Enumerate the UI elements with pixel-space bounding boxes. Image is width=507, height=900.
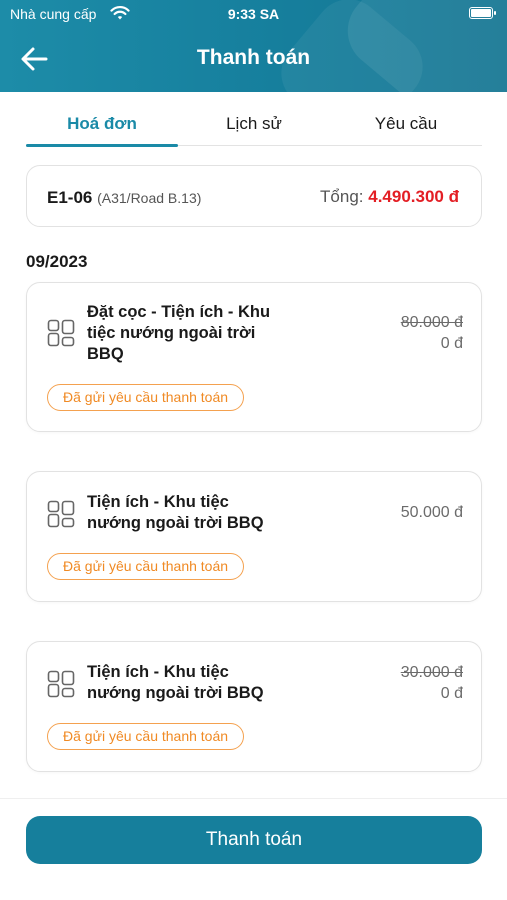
tab-requests[interactable]: Yêu cầu xyxy=(330,108,482,145)
unit-code-wrap: E1-06 (A31/Road B.13) xyxy=(47,188,201,208)
month-heading: 09/2023 xyxy=(26,252,88,271)
app-header: Nhà cung cấp 9:33 SA Thanh toán xyxy=(0,0,507,92)
status-bar: Nhà cung cấp 9:33 SA xyxy=(0,0,507,30)
bill-original-price: 80.000 đ xyxy=(400,314,463,331)
tab-invoices[interactable]: Hoá đơn xyxy=(26,108,178,147)
bill-original-price: 30.000 đ xyxy=(400,664,463,681)
bill-card[interactable]: Đặt cọc - Tiện ích - Khu tiệc nướng ngoà… xyxy=(26,282,482,432)
status-badge: Đã gửi yêu cầu thanh toán xyxy=(47,553,245,580)
status-badge: Đã gửi yêu cầu thanh toán xyxy=(47,723,245,750)
bill-title: Tiện ích - Khu tiệc nướng ngoài trời BBQ xyxy=(87,663,264,702)
unit-address: (A31/Road B.13) xyxy=(97,190,202,206)
grid-icon xyxy=(47,670,75,698)
grid-icon xyxy=(47,500,75,528)
clock: 9:33 SA xyxy=(227,6,280,22)
tab-bar: Hoá đơn Lịch sử Yêu cầu xyxy=(26,108,482,147)
status-badge: Đã gửi yêu cầu thanh toán xyxy=(47,384,245,411)
page-title: Thanh toán xyxy=(196,46,311,69)
bottom-action-bar: Thanh toán xyxy=(0,798,507,900)
bill-price: 50.000 đ xyxy=(400,504,463,521)
pay-button[interactable]: Thanh toán xyxy=(26,816,482,864)
bill-price: 0 đ xyxy=(440,685,463,702)
bill-title: Đặt cọc - Tiện ích - Khu tiệc nướng ngoà… xyxy=(87,303,271,363)
bill-title: Tiện ích - Khu tiệc nướng ngoài trời BBQ xyxy=(87,493,264,532)
bill-card[interactable]: Tiện ích - Khu tiệc nướng ngoài trời BBQ… xyxy=(26,641,482,772)
total-wrap: Tổng: 4.490.300 đ xyxy=(320,187,459,207)
bill-card[interactable]: Tiện ích - Khu tiệc nướng ngoài trời BBQ… xyxy=(26,471,482,602)
total-amount: 4.490.300 đ xyxy=(368,187,459,206)
bill-price: 0 đ xyxy=(440,335,463,352)
total-label: Tổng: xyxy=(320,187,364,206)
grid-icon xyxy=(47,319,75,347)
unit-summary-card: E1-06 (A31/Road B.13) Tổng: 4.490.300 đ xyxy=(26,165,482,227)
tab-history[interactable]: Lịch sử xyxy=(178,108,330,145)
battery-icon xyxy=(469,7,496,19)
unit-code: E1-06 xyxy=(47,188,93,207)
